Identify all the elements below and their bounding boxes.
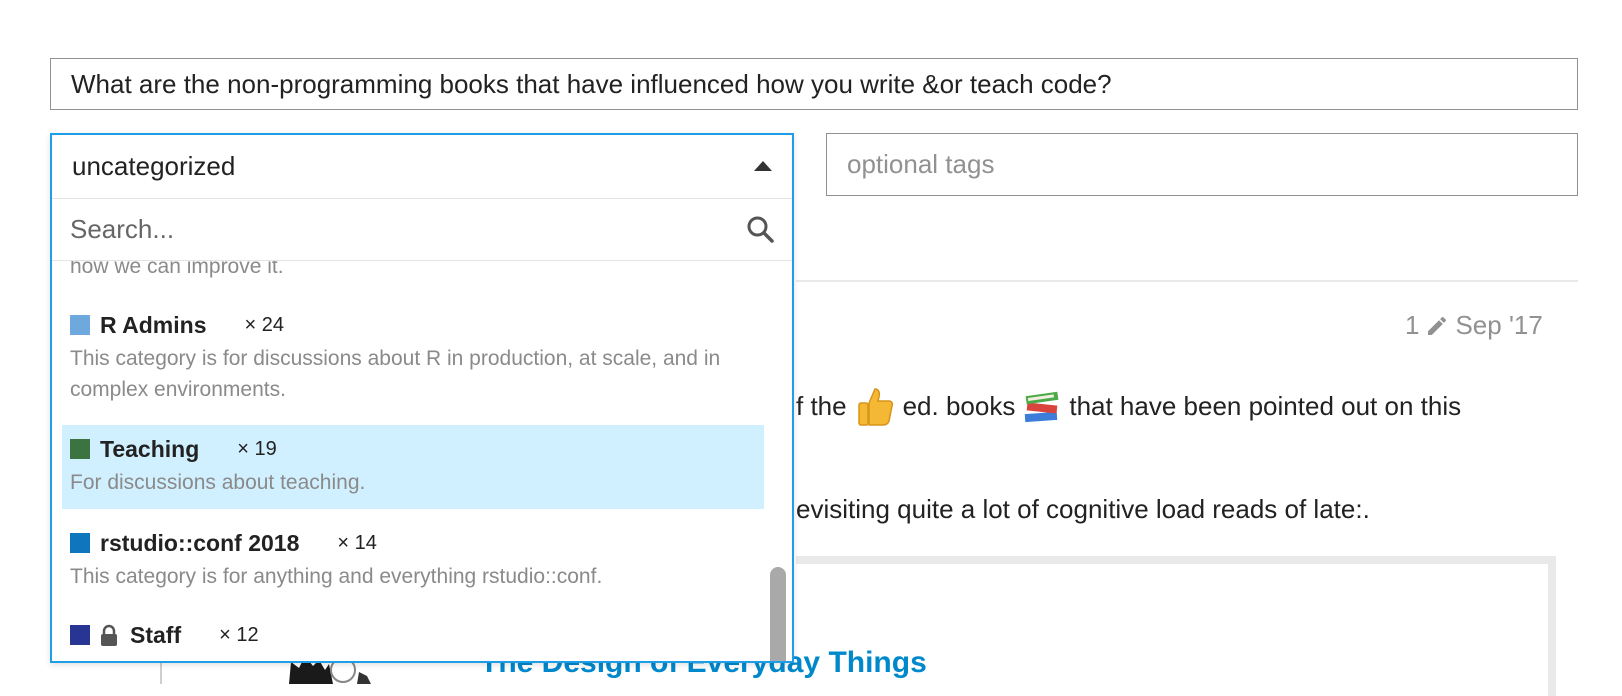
category-count: × 14	[337, 531, 377, 554]
category-name: rstudio::conf 2018	[100, 529, 300, 556]
category-option-rstudio-conf-2018[interactable]: rstudio::conf 2018 × 14 This category is…	[62, 525, 764, 592]
category-description: For discussions about teaching.	[70, 471, 366, 494]
post-text-fragment: that have been pointed out on this	[1069, 390, 1462, 421]
category-color-swatch	[70, 315, 90, 335]
thumbs-up-icon	[857, 388, 893, 426]
caret-up-icon	[754, 161, 772, 171]
selected-category: uncategorized	[72, 151, 236, 181]
search-icon[interactable]	[746, 215, 774, 243]
category-option-teaching[interactable]: Teaching × 19 For discussions about teac…	[62, 425, 764, 509]
tags-input[interactable]: optional tags	[826, 133, 1578, 196]
category-name: R Admins	[100, 311, 207, 338]
category-selector-header[interactable]: uncategorized	[52, 135, 792, 199]
category-option-staff[interactable]: Staff × 12	[62, 617, 764, 653]
category-description: how we can improve it.	[70, 261, 284, 278]
divider	[796, 280, 1578, 282]
category-count: × 19	[237, 437, 277, 460]
category-search	[52, 199, 792, 261]
books-icon	[1025, 391, 1059, 423]
pencil-icon	[1428, 316, 1447, 335]
category-option-r-admins[interactable]: R Admins × 24 This category is for discu…	[62, 307, 764, 405]
category-search-input[interactable]	[70, 207, 710, 251]
category-count: × 24	[244, 313, 284, 336]
lock-icon	[101, 624, 117, 646]
post-meta: 1 Sep '17	[1405, 310, 1543, 341]
edit-count[interactable]: 1	[1405, 310, 1419, 341]
category-dropdown[interactable]: uncategorized how we can improve it. R A…	[50, 133, 794, 663]
post-text-line: evisiting quite a lot of cognitive load …	[796, 494, 1370, 524]
category-description: This category is for discussions about R…	[70, 347, 721, 401]
scrollbar-thumb[interactable]	[770, 567, 786, 661]
post-text-fragment: ed. books	[902, 390, 1016, 421]
topic-title-input[interactable]: What are the non-programming books that …	[50, 58, 1578, 110]
category-color-swatch	[70, 439, 90, 459]
post-text-line: f the ed. books that have been pointed o…	[796, 385, 1578, 427]
category-description: This category is for anything and everyt…	[70, 565, 603, 588]
category-color-swatch	[70, 533, 90, 553]
category-name: Staff	[130, 621, 182, 648]
post-text-fragment: f the	[796, 390, 847, 421]
category-list[interactable]: how we can improve it. R Admins × 24 Thi…	[52, 261, 792, 661]
post-date[interactable]: Sep '17	[1455, 310, 1542, 341]
category-color-swatch	[70, 625, 90, 645]
category-count: × 12	[219, 623, 259, 646]
category-name: Teaching	[100, 435, 200, 462]
